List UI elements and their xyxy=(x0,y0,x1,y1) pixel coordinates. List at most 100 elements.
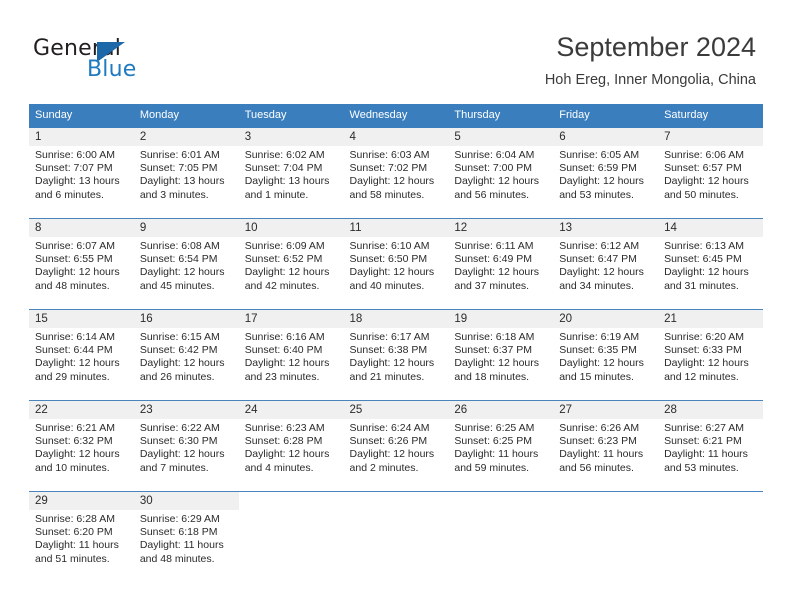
calendar-day-cell[interactable]: 27 Sunrise: 6:26 AM Sunset: 6:23 PM Dayligh… xyxy=(553,400,659,492)
day-cell-inner: 9 Sunrise: 6:08 AM Sunset: 6:54 PM Daylight… xyxy=(133,219,239,309)
sunrise-text: Sunrise: 6:16 AM xyxy=(244,331,325,343)
sunrise-text: Sunrise: 6:15 AM xyxy=(139,331,220,343)
calendar-day-cell[interactable]: 1 Sunrise: 6:00 AM Sunset: 7:07 PM Daylight… xyxy=(29,128,134,219)
day-cell-inner: 26 Sunrise: 6:25 AM Sunset: 6:25 PM Dayligh… xyxy=(448,401,554,491)
calendar-day-cell[interactable]: 4 Sunrise: 6:03 AM Sunset: 7:02 PM Daylight… xyxy=(343,128,449,219)
calendar-day-cell[interactable]: 13 Sunrise: 6:12 AM Sunset: 6:47 PM Dayligh… xyxy=(553,218,659,310)
weekday-header-monday: Monday xyxy=(133,104,239,128)
day-cell-inner: 22 Sunrise: 6:21 AM Sunset: 6:32 PM Dayligh… xyxy=(29,401,134,491)
day-cell-inner: 12 Sunrise: 6:11 AM Sunset: 6:49 PM Dayligh… xyxy=(448,219,554,309)
calendar-day-cell[interactable]: 8 Sunrise: 6:07 AM Sunset: 6:55 PM Daylight… xyxy=(29,218,134,310)
day-number: 13 xyxy=(553,219,659,237)
sunrise-text: Sunrise: 6:22 AM xyxy=(139,422,220,434)
day-detail-lines: Sunrise: 6:14 AM Sunset: 6:44 PM Daylight:… xyxy=(29,328,134,384)
sunset-text: Sunset: 6:25 PM xyxy=(454,435,533,448)
day-cell-inner: 19 Sunrise: 6:18 AM Sunset: 6:37 PM Dayligh… xyxy=(448,310,554,400)
day-cell-inner: 18 Sunrise: 6:17 AM Sunset: 6:38 PM Dayligh… xyxy=(343,310,449,400)
calendar-day-cell[interactable]: 21 Sunrise: 6:20 AM Sunset: 6:33 PM Dayligh… xyxy=(658,309,763,401)
day-detail-lines xyxy=(239,510,344,513)
calendar-day-cell[interactable]: 6 Sunrise: 6:05 AM Sunset: 6:59 PM Daylight… xyxy=(553,128,659,219)
day-cell-inner: 23 Sunrise: 6:22 AM Sunset: 6:30 PM Dayligh… xyxy=(133,401,239,491)
day-detail-lines: Sunrise: 6:15 AM Sunset: 6:42 PM Daylight:… xyxy=(134,328,239,384)
day-cell-inner: 28 Sunrise: 6:27 AM Sunset: 6:21 PM Dayligh… xyxy=(658,401,763,491)
daylight-text-line2: and 31 minutes. xyxy=(664,279,739,292)
day-detail-lines: Sunrise: 6:07 AM Sunset: 6:55 PM Daylight:… xyxy=(29,237,134,293)
day-number xyxy=(448,492,553,510)
day-number: 2 xyxy=(133,128,239,146)
calendar-week-row: 15 Sunrise: 6:14 AM Sunset: 6:44 PM Dayligh… xyxy=(29,309,763,401)
daylight-text-line1: Daylight: 12 hours xyxy=(35,448,120,461)
calendar-day-cell[interactable]: 26 Sunrise: 6:25 AM Sunset: 6:25 PM Dayligh… xyxy=(448,400,554,492)
sunrise-text: Sunrise: 6:01 AM xyxy=(139,149,220,161)
day-detail-lines: Sunrise: 6:04 AM Sunset: 7:00 PM Daylight:… xyxy=(448,146,553,202)
calendar-day-cell[interactable]: 22 Sunrise: 6:21 AM Sunset: 6:32 PM Dayligh… xyxy=(29,400,134,492)
calendar-day-cell[interactable]: 20 Sunrise: 6:19 AM Sunset: 6:35 PM Dayligh… xyxy=(553,309,659,401)
day-detail-lines: Sunrise: 6:08 AM Sunset: 6:54 PM Daylight:… xyxy=(134,237,239,293)
day-cell-inner: 10 Sunrise: 6:09 AM Sunset: 6:52 PM Dayligh… xyxy=(238,219,344,309)
day-number: 12 xyxy=(448,219,554,237)
day-number xyxy=(344,492,449,510)
calendar-day-cell[interactable]: 2 Sunrise: 6:01 AM Sunset: 7:05 PM Daylight… xyxy=(133,128,239,219)
sunset-text: Sunset: 6:21 PM xyxy=(664,435,742,448)
sunset-text: Sunset: 6:30 PM xyxy=(139,435,218,448)
calendar-week-row: 1 Sunrise: 6:00 AM Sunset: 7:07 PM Daylight… xyxy=(29,128,763,219)
calendar-day-cell[interactable]: 7 Sunrise: 6:06 AM Sunset: 6:57 PM Daylight… xyxy=(658,128,763,219)
daylight-text-line2: and 56 minutes. xyxy=(454,188,530,201)
daylight-text-line1: Daylight: 12 hours xyxy=(454,266,540,279)
day-cell-inner: 17 Sunrise: 6:16 AM Sunset: 6:40 PM Dayligh… xyxy=(238,310,344,400)
day-cell-inner: 21 Sunrise: 6:20 AM Sunset: 6:33 PM Dayligh… xyxy=(658,310,763,400)
calendar-day-cell[interactable]: 18 Sunrise: 6:17 AM Sunset: 6:38 PM Dayligh… xyxy=(343,309,449,401)
calendar-day-cell[interactable]: 9 Sunrise: 6:08 AM Sunset: 6:54 PM Daylight… xyxy=(133,218,239,310)
day-detail-lines: Sunrise: 6:11 AM Sunset: 6:49 PM Daylight:… xyxy=(448,237,553,293)
daylight-text-line2: and 40 minutes. xyxy=(349,279,425,292)
day-cell-inner: 8 Sunrise: 6:07 AM Sunset: 6:55 PM Daylight… xyxy=(29,219,134,309)
sunrise-text: Sunrise: 6:20 AM xyxy=(664,331,745,343)
calendar-day-cell[interactable]: 24 Sunrise: 6:23 AM Sunset: 6:28 PM Dayligh… xyxy=(238,400,344,492)
calendar-day-cell xyxy=(448,491,554,582)
sunrise-text: Sunrise: 6:28 AM xyxy=(35,513,115,525)
sunrise-text: Sunrise: 6:24 AM xyxy=(349,422,430,434)
calendar-day-cell[interactable]: 23 Sunrise: 6:22 AM Sunset: 6:30 PM Dayligh… xyxy=(133,400,239,492)
calendar-day-cell[interactable]: 10 Sunrise: 6:09 AM Sunset: 6:52 PM Dayligh… xyxy=(238,218,344,310)
day-number: 14 xyxy=(658,219,763,237)
calendar-week-row: 29 Sunrise: 6:28 AM Sunset: 6:20 PM Dayligh… xyxy=(29,491,763,582)
calendar-day-cell[interactable]: 3 Sunrise: 6:02 AM Sunset: 7:04 PM Daylight… xyxy=(238,128,344,219)
day-cell-inner xyxy=(239,492,344,582)
sunset-text: Sunset: 6:52 PM xyxy=(244,253,323,266)
calendar-body: 1 Sunrise: 6:00 AM Sunset: 7:07 PM Daylight… xyxy=(29,128,763,582)
day-cell-inner: 5 Sunrise: 6:04 AM Sunset: 7:00 PM Daylight… xyxy=(448,128,554,218)
calendar-day-cell[interactable]: 15 Sunrise: 6:14 AM Sunset: 6:44 PM Dayligh… xyxy=(29,309,134,401)
daylight-text-line1: Daylight: 11 hours xyxy=(139,539,224,552)
page-subtitle: Hoh Ereg, Inner Mongolia, China xyxy=(544,72,756,88)
day-cell-inner: 6 Sunrise: 6:05 AM Sunset: 6:59 PM Daylight… xyxy=(553,128,659,218)
daylight-text-line1: Daylight: 13 hours xyxy=(244,175,330,188)
day-cell-inner: 15 Sunrise: 6:14 AM Sunset: 6:44 PM Dayligh… xyxy=(29,310,134,400)
sunrise-text: Sunrise: 6:10 AM xyxy=(349,240,430,252)
calendar-day-cell[interactable]: 17 Sunrise: 6:16 AM Sunset: 6:40 PM Dayligh… xyxy=(238,309,344,401)
calendar-day-cell[interactable]: 16 Sunrise: 6:15 AM Sunset: 6:42 PM Dayligh… xyxy=(133,309,239,401)
calendar-day-cell[interactable]: 30 Sunrise: 6:29 AM Sunset: 6:18 PM Dayligh… xyxy=(133,491,239,582)
day-detail-lines: Sunrise: 6:02 AM Sunset: 7:04 PM Daylight:… xyxy=(239,146,344,202)
day-detail-lines: Sunrise: 6:16 AM Sunset: 6:40 PM Daylight:… xyxy=(239,328,344,384)
calendar-day-cell[interactable]: 14 Sunrise: 6:13 AM Sunset: 6:45 PM Dayligh… xyxy=(658,218,763,310)
day-number: 7 xyxy=(658,128,763,146)
page-header: General Blue September 2024 Hoh Ereg, In… xyxy=(0,0,792,100)
sunset-text: Sunset: 6:49 PM xyxy=(454,253,533,266)
calendar-day-cell[interactable]: 29 Sunrise: 6:28 AM Sunset: 6:20 PM Dayligh… xyxy=(29,491,134,582)
day-cell-inner: 3 Sunrise: 6:02 AM Sunset: 7:04 PM Daylight… xyxy=(238,128,344,218)
calendar-day-cell[interactable]: 11 Sunrise: 6:10 AM Sunset: 6:50 PM Dayligh… xyxy=(343,218,449,310)
daylight-text-line1: Daylight: 13 hours xyxy=(35,175,120,188)
brand-logo[interactable]: General Blue xyxy=(33,36,263,84)
daylight-text-line2: and 56 minutes. xyxy=(559,461,634,474)
sunrise-text: Sunrise: 6:18 AM xyxy=(454,331,535,343)
calendar-day-cell[interactable]: 5 Sunrise: 6:04 AM Sunset: 7:00 PM Daylight… xyxy=(448,128,554,219)
calendar-day-cell[interactable]: 25 Sunrise: 6:24 AM Sunset: 6:26 PM Dayligh… xyxy=(343,400,449,492)
sunset-text: Sunset: 6:40 PM xyxy=(244,344,323,357)
calendar-day-cell[interactable]: 19 Sunrise: 6:18 AM Sunset: 6:37 PM Dayligh… xyxy=(448,309,554,401)
calendar-day-cell[interactable]: 28 Sunrise: 6:27 AM Sunset: 6:21 PM Dayligh… xyxy=(658,400,763,492)
calendar-day-cell[interactable]: 12 Sunrise: 6:11 AM Sunset: 6:49 PM Dayligh… xyxy=(448,218,554,310)
day-cell-inner: 24 Sunrise: 6:23 AM Sunset: 6:28 PM Dayligh… xyxy=(238,401,344,491)
calendar-day-cell xyxy=(343,491,449,582)
sunrise-text: Sunrise: 6:07 AM xyxy=(35,240,115,252)
daylight-text-line2: and 2 minutes. xyxy=(349,461,419,474)
